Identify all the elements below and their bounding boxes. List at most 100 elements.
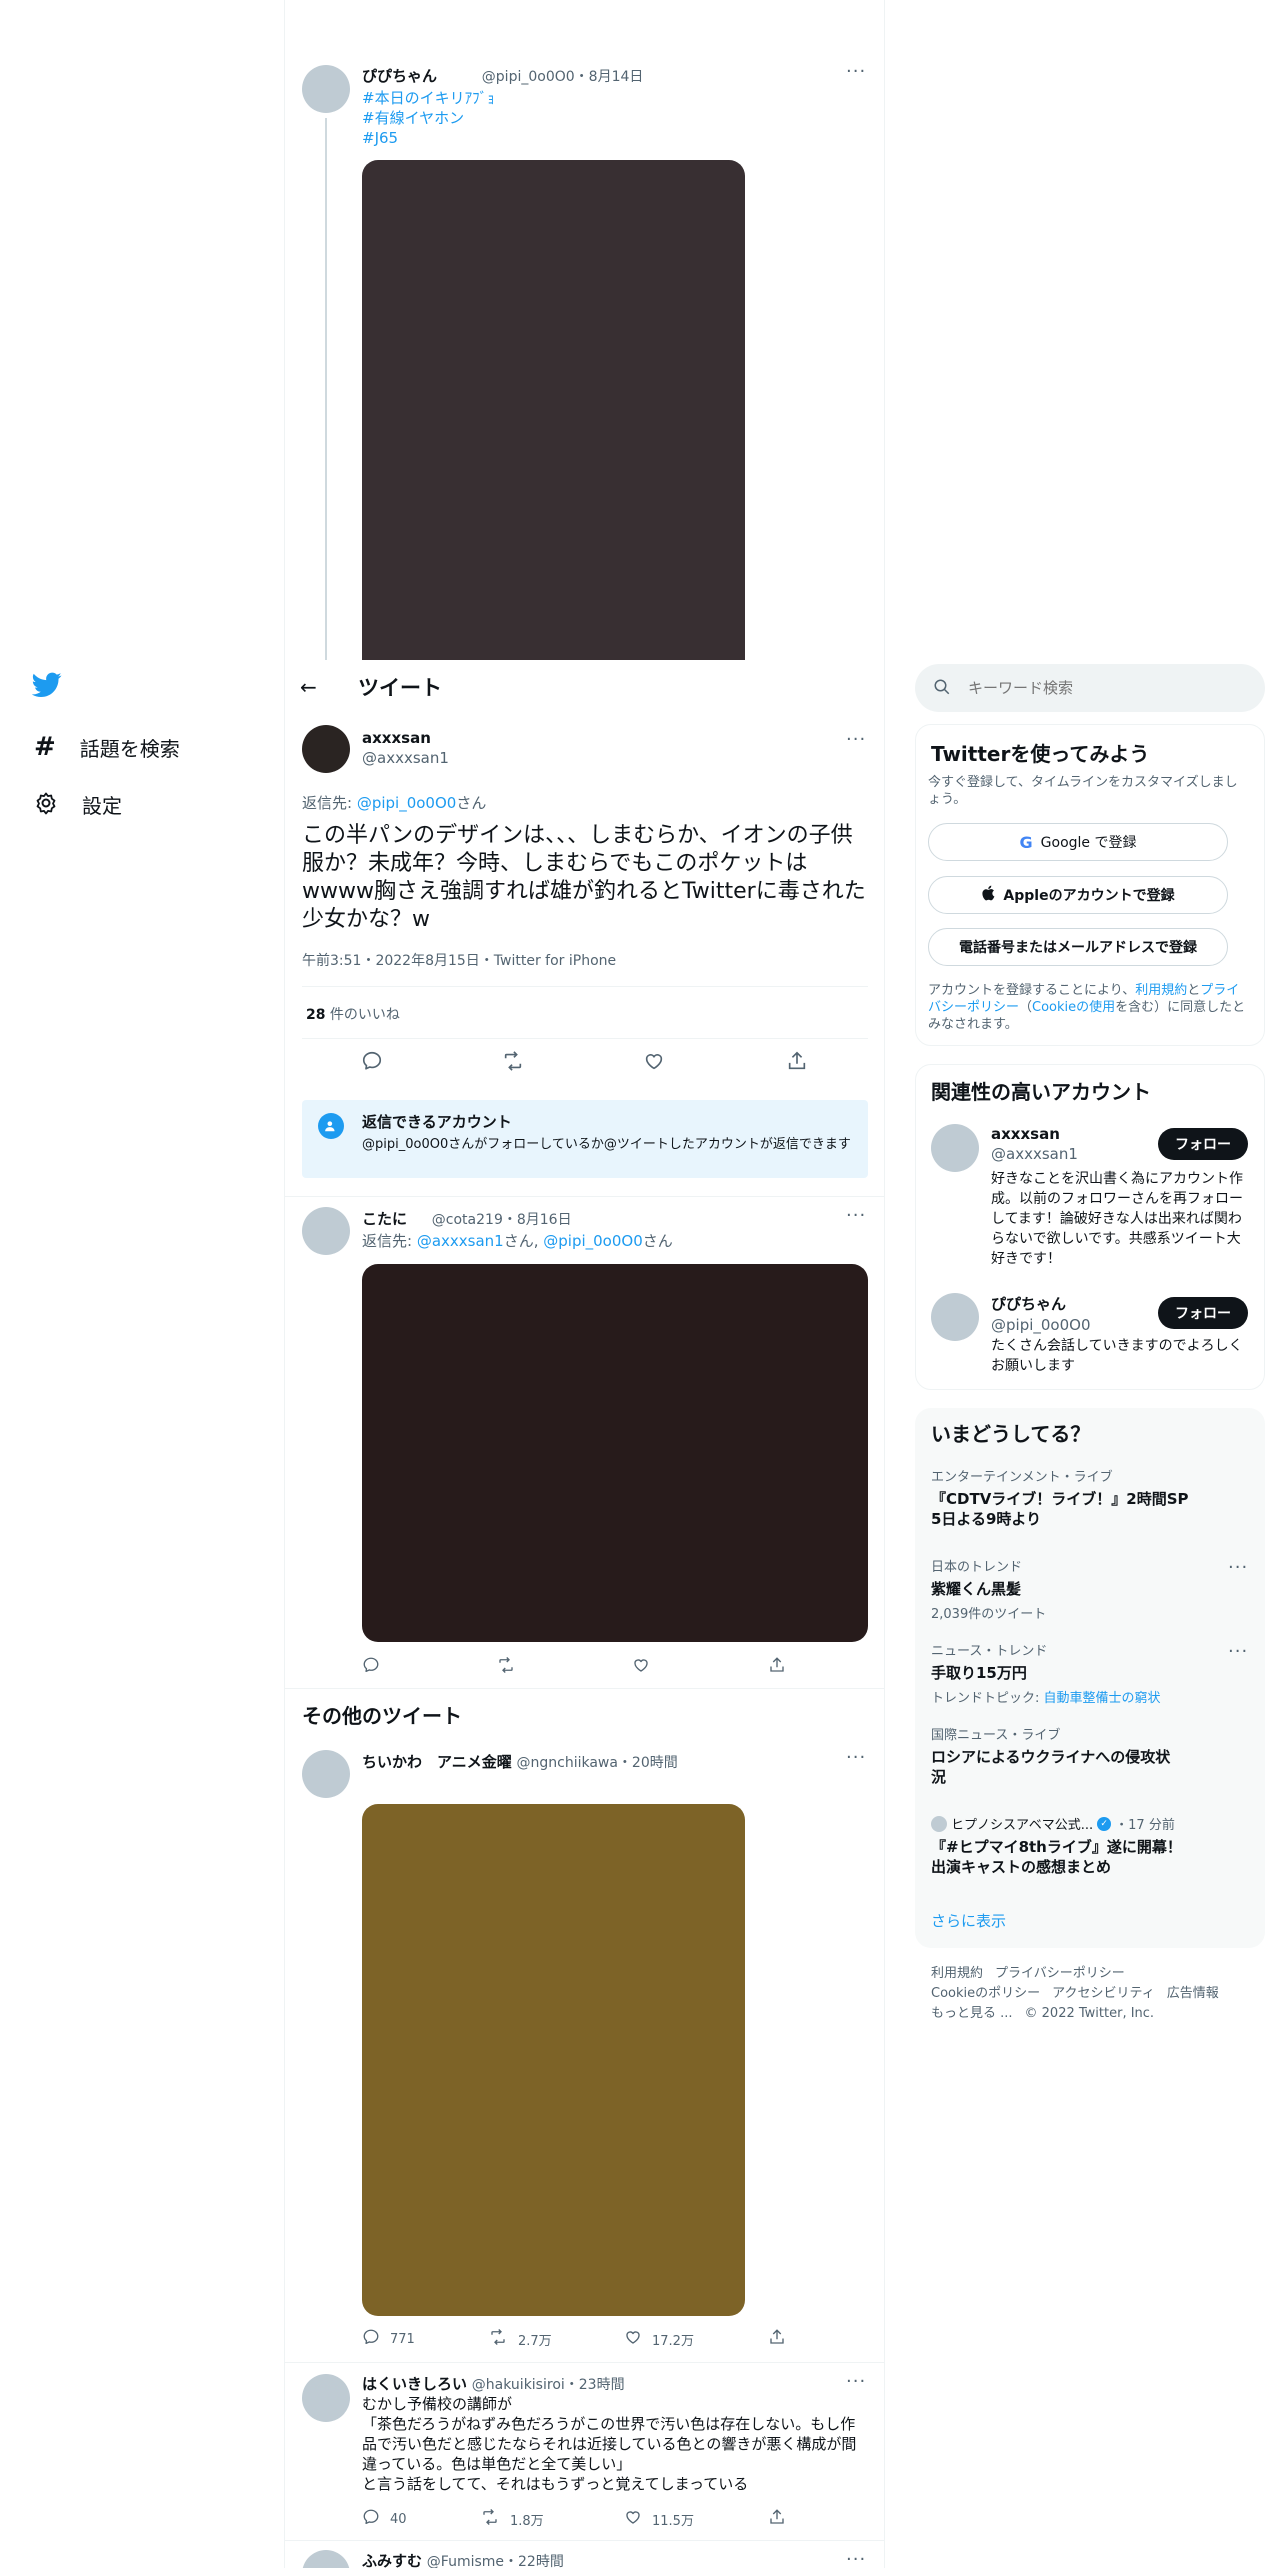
retweet-button[interactable]: 2.7万 xyxy=(488,2328,552,2350)
retweet-button[interactable]: 1.8万 xyxy=(480,2508,544,2530)
follow-button[interactable]: フォロー xyxy=(1158,1128,1248,1160)
reply-button[interactable]: 40 xyxy=(362,2508,407,2530)
avatar[interactable] xyxy=(302,2374,350,2422)
nav-settings[interactable]: 設定 xyxy=(34,790,122,819)
tweet-header: こたに @cota219・8月16日 xyxy=(362,1208,572,1229)
account-info[interactable]: axxxsan @axxxsan1 xyxy=(991,1125,1078,1163)
reply-to-handle[interactable]: @pipi_0o0O0 xyxy=(357,794,457,812)
account-name: axxxsan xyxy=(991,1125,1060,1143)
footer-link[interactable]: プライバシーポリシー xyxy=(995,1966,1125,1981)
share-icon[interactable] xyxy=(768,1656,786,1678)
trend-item[interactable]: ヒプノシスアベマ公式... ✓ ・17 分前 『#ヒプマイ8thライブ』遂に開幕… xyxy=(931,1814,1191,1877)
more-options-icon[interactable]: ··· xyxy=(846,731,866,749)
tweet-author[interactable]: axxxsan @axxxsan1 xyxy=(362,729,449,767)
reply-to-handle[interactable]: @axxxsan1 xyxy=(417,1232,504,1250)
like-icon[interactable] xyxy=(632,1656,650,1678)
like-button[interactable]: 17.2万 xyxy=(624,2328,694,2350)
more-options-icon[interactable]: ··· xyxy=(846,2373,866,2391)
avatar[interactable] xyxy=(302,65,350,113)
tweet-timestamp[interactable]: 午前3:51・2022年8月15日・Twitter for iPhone xyxy=(302,950,616,970)
tweet-author-name[interactable]: こたに xyxy=(362,1210,407,1228)
more-options-icon[interactable]: ··· xyxy=(846,1749,866,1767)
apple-signup-button[interactable]: Appleのアカウントで登録 xyxy=(928,876,1228,914)
cookie-link[interactable]: Cookieの使用 xyxy=(1032,1000,1115,1015)
reply-icon[interactable] xyxy=(361,1050,383,1076)
tweet-handle-time: @hakuikisiroi・23時間 xyxy=(471,2377,625,2393)
more-options-icon[interactable]: ··· xyxy=(846,2551,866,2568)
trend-topic-prefix: トレンドトピック: xyxy=(931,1691,1044,1706)
reply-to-handle[interactable]: @pipi_0o0O0 xyxy=(543,1232,643,1250)
tweet-text: この半パンのデザインは、、、しまむらか、イオンの子供服か？未成年？今時、しまむら… xyxy=(302,823,866,932)
tweet-author-name[interactable]: ふみすむ xyxy=(362,2552,422,2568)
verified-badge-icon: ✓ xyxy=(1097,1816,1112,1831)
retweet-icon xyxy=(488,2328,508,2350)
reply-notice-text: 返信できるアカウント @pipi_0o0O0さんがフォローしているか@ツイートし… xyxy=(362,1111,862,1153)
reply-button[interactable]: 771 xyxy=(362,2328,415,2350)
phone-email-signup-button[interactable]: 電話番号またはメールアドレスで登録 xyxy=(928,928,1228,966)
avatar[interactable] xyxy=(931,1124,979,1172)
reply-count: 40 xyxy=(390,2511,407,2527)
like-icon[interactable] xyxy=(643,1050,665,1076)
trend-item[interactable]: エンターテインメント・ライブ 『CDTVライブ！ライブ！』2時間SP 5日よる9… xyxy=(931,1466,1191,1529)
tweet-author-name[interactable]: はくいきしろい xyxy=(362,2375,467,2393)
legal-prefix: アカウントを登録することにより、 xyxy=(928,983,1136,998)
follow-button[interactable]: フォロー xyxy=(1158,1297,1248,1329)
nav-settings-label: 設定 xyxy=(82,794,122,818)
account-handle: @axxxsan1 xyxy=(991,1145,1078,1163)
trend-item[interactable]: 国際ニュース・ライブ ロシアによるウクライナへの侵攻状況 xyxy=(931,1724,1171,1787)
tweet-image[interactable] xyxy=(362,1804,745,2316)
tweet-header: ふみすむ @Fumisme・22時間 xyxy=(362,2550,564,2568)
search-input[interactable] xyxy=(968,672,1248,704)
page-title: ツイート xyxy=(358,676,442,700)
trend-item[interactable]: 日本のトレンド 紫耀くん黒髪 2,039件のツイート xyxy=(931,1556,1211,1622)
trend-item[interactable]: ニュース・トレンド 手取り15万円 トレンドトピック: 自動車整備士の窮状 xyxy=(931,1640,1221,1706)
trend-topic: トレンドトピック: 自動車整備士の窮状 xyxy=(931,1687,1221,1706)
more-options-icon[interactable]: ··· xyxy=(1228,1559,1248,1577)
reply-icon[interactable] xyxy=(362,1656,380,1678)
more-options-icon[interactable]: ··· xyxy=(846,1207,866,1225)
account-info[interactable]: ぴぴちゃん @pipi_0o0O0 xyxy=(991,1293,1091,1334)
footer-link[interactable]: Cookieのポリシー xyxy=(931,1986,1040,2001)
twitter-logo-icon[interactable] xyxy=(31,672,62,702)
divider xyxy=(285,2362,884,2363)
footer-link[interactable]: 広告情報 xyxy=(1167,1986,1219,2001)
like-icon xyxy=(624,2328,642,2350)
legal-and: と xyxy=(1187,983,1201,998)
nav-explore[interactable]: # 話題を検索 xyxy=(34,732,180,762)
footer-link[interactable]: もっと見る ... xyxy=(931,2006,1013,2021)
tweet-author-name[interactable]: ぴぴちゃん xyxy=(362,67,437,85)
legal-paren: （ xyxy=(1019,1000,1033,1015)
trend-topic-link[interactable]: 自動車整備士の窮状 xyxy=(1044,1691,1161,1706)
retweet-count: 1.8万 xyxy=(510,2513,544,2529)
more-options-icon[interactable]: ··· xyxy=(846,63,866,81)
likes-count-link[interactable]: 28 件のいいね xyxy=(306,1004,400,1024)
account-bio: 好きなことを沢山書く為にアカウント作成。以前のフォロワーさんを再フォローしてます… xyxy=(991,1171,1243,1267)
divider xyxy=(302,1038,868,1039)
avatar[interactable] xyxy=(931,1293,979,1341)
like-button[interactable]: 11.5万 xyxy=(624,2508,694,2530)
terms-link[interactable]: 利用規約 xyxy=(1135,983,1187,998)
google-signup-button[interactable]: G Google で登録 xyxy=(928,823,1228,861)
avatar[interactable] xyxy=(302,1750,350,1798)
hashtag-link[interactable]: #有線イヤホン xyxy=(362,108,495,128)
signup-title: Twitterを使ってみよう xyxy=(931,742,1150,766)
avatar[interactable] xyxy=(302,1207,350,1255)
tweet-image[interactable] xyxy=(362,160,745,660)
tweet-author-name[interactable]: ちいかわ アニメ金曜 xyxy=(362,1753,512,1771)
retweet-icon[interactable] xyxy=(496,1656,516,1678)
avatar[interactable] xyxy=(302,725,350,773)
more-options-icon[interactable]: ··· xyxy=(1228,1643,1248,1661)
reply-notice-title: 返信できるアカウント xyxy=(362,1113,512,1131)
hashtag-link[interactable]: #J65 xyxy=(362,128,495,148)
share-icon[interactable] xyxy=(786,1050,808,1076)
avatar[interactable] xyxy=(302,2550,350,2568)
share-icon[interactable] xyxy=(768,2508,786,2530)
show-more-link[interactable]: さらに表示 xyxy=(931,1910,1006,1931)
hashtag-link[interactable]: #本日のイキリｱﾌﾞｮ xyxy=(362,88,495,108)
footer-link[interactable]: 利用規約 xyxy=(931,1966,983,1981)
tweet-image[interactable] xyxy=(362,1264,868,1642)
share-icon[interactable] xyxy=(768,2328,786,2350)
back-arrow-icon[interactable]: ← xyxy=(300,675,317,699)
retweet-icon[interactable] xyxy=(501,1050,525,1076)
footer-link[interactable]: アクセシビリティ xyxy=(1052,1986,1155,2001)
